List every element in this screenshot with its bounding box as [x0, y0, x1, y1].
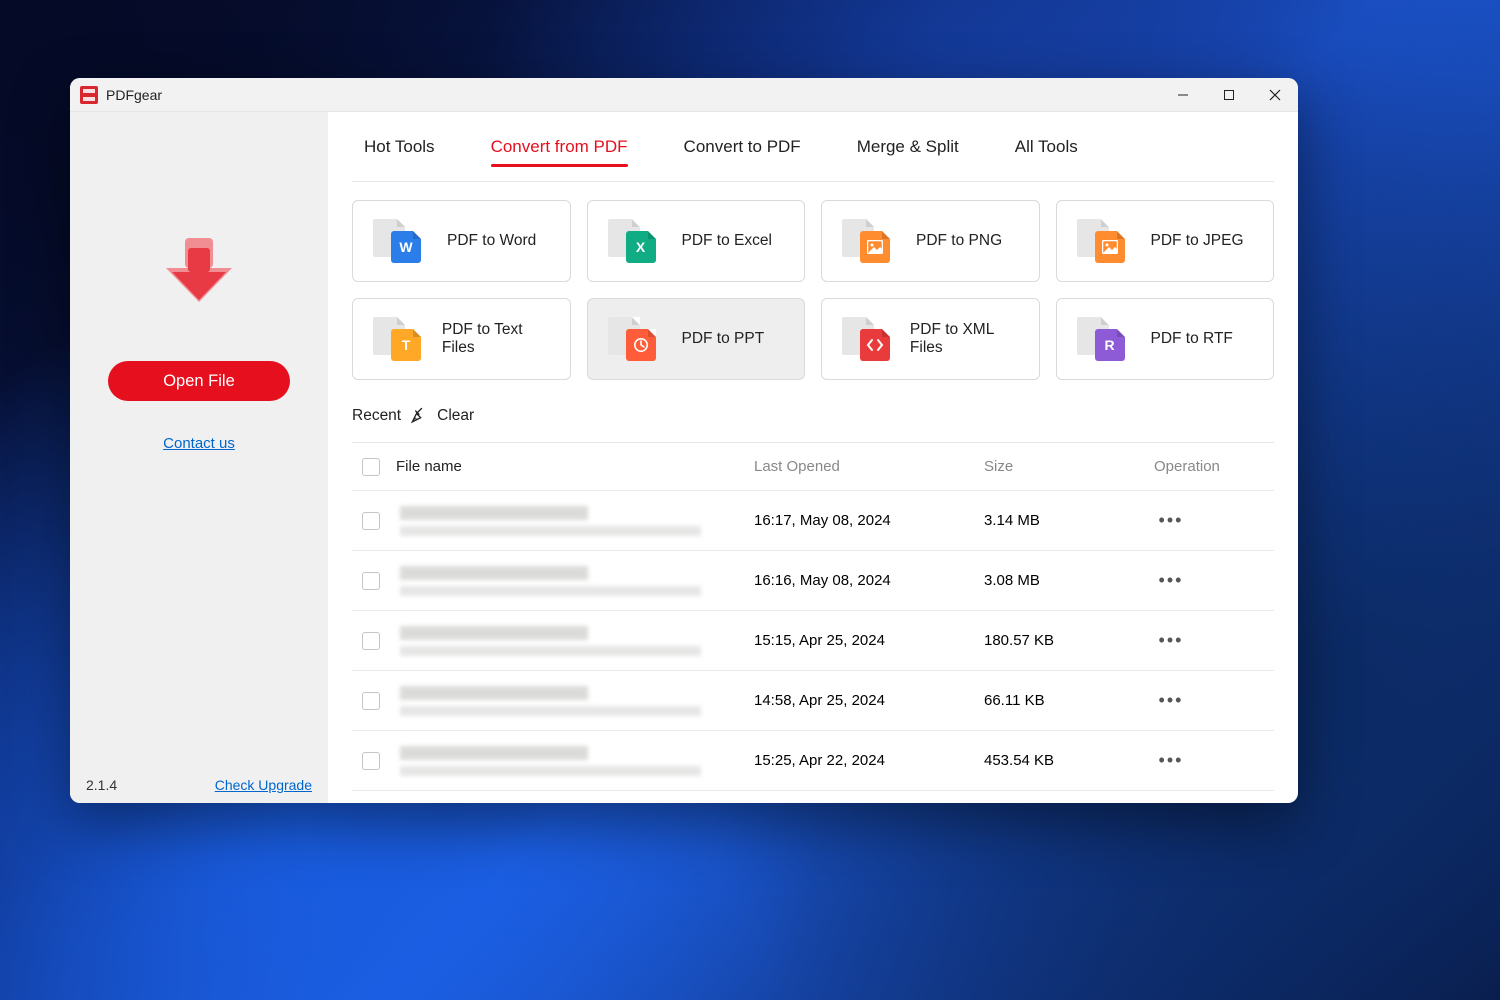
col-size: Size [984, 458, 1154, 475]
col-operation: Operation [1154, 458, 1274, 475]
row-menu-button[interactable]: ••• [1154, 749, 1188, 773]
tool-icon [608, 317, 668, 361]
open-file-icon [152, 112, 246, 323]
table-row[interactable]: 15:25, Apr 22, 2024453.54 KB••• [352, 731, 1274, 791]
row-checkbox[interactable] [362, 752, 380, 770]
tool-icon [842, 219, 902, 263]
cell-size: 66.11 KB [984, 692, 1154, 709]
recent-table: File name Last Opened Size Operation 16:… [352, 442, 1274, 791]
tool-icon [842, 317, 896, 361]
tool-icon: T [373, 317, 428, 361]
window-controls [1160, 78, 1298, 112]
cell-last-opened: 16:16, May 08, 2024 [754, 572, 984, 589]
cell-size: 180.57 KB [984, 632, 1154, 649]
cell-file-name [396, 502, 754, 540]
table-row[interactable]: 16:16, May 08, 20243.08 MB••• [352, 551, 1274, 611]
app-window: PDFgear [70, 78, 1298, 803]
row-checkbox[interactable] [362, 572, 380, 590]
tool-label: PDF to XML Files [910, 321, 1019, 357]
titlebar: PDFgear [70, 78, 1298, 112]
clear-recent-button[interactable]: Clear [437, 407, 474, 425]
tab-merge-split[interactable]: Merge & Split [857, 131, 959, 163]
cell-file-name [396, 682, 754, 720]
maximize-button[interactable] [1206, 78, 1252, 112]
contact-us-link[interactable]: Contact us [163, 435, 235, 452]
cell-size: 3.14 MB [984, 512, 1154, 529]
tool-pdf-to-text-files[interactable]: T PDF to Text Files [352, 298, 571, 380]
tool-icon: W [373, 219, 433, 263]
tool-tabs: Hot Tools Convert from PDF Convert to PDF M… [352, 112, 1274, 182]
sidebar-footer: 2.1.4 Check Upgrade [70, 777, 328, 793]
table-row[interactable]: 15:15, Apr 25, 2024180.57 KB••• [352, 611, 1274, 671]
open-file-button[interactable]: Open File [108, 361, 290, 401]
col-last-opened: Last Opened [754, 458, 984, 475]
recent-label: Recent [352, 407, 401, 425]
tool-label: PDF to PPT [682, 330, 765, 348]
tool-pdf-to-rtf[interactable]: R PDF to RTF [1056, 298, 1275, 380]
recent-bar: Recent Clear [352, 406, 1274, 426]
row-menu-button[interactable]: ••• [1154, 569, 1188, 593]
version-label: 2.1.4 [86, 777, 117, 793]
select-all-checkbox[interactable] [362, 458, 380, 476]
tool-label: PDF to JPEG [1151, 232, 1244, 250]
cell-size: 453.54 KB [984, 752, 1154, 769]
tool-icon [1077, 219, 1137, 263]
cell-file-name [396, 562, 754, 600]
tab-hot-tools[interactable]: Hot Tools [364, 131, 435, 163]
row-checkbox[interactable] [362, 512, 380, 530]
tool-pdf-to-word[interactable]: W PDF to Word [352, 200, 571, 282]
cell-file-name [396, 742, 754, 780]
cell-last-opened: 15:15, Apr 25, 2024 [754, 632, 984, 649]
minimize-button[interactable] [1160, 78, 1206, 112]
row-menu-button[interactable]: ••• [1154, 689, 1188, 713]
tab-convert-to-pdf[interactable]: Convert to PDF [684, 131, 801, 163]
col-file-name: File name [396, 458, 754, 475]
cell-last-opened: 15:25, Apr 22, 2024 [754, 752, 984, 769]
tool-label: PDF to PNG [916, 232, 1002, 250]
tool-pdf-to-jpeg[interactable]: PDF to JPEG [1056, 200, 1275, 282]
row-menu-button[interactable]: ••• [1154, 629, 1188, 653]
tab-all-tools[interactable]: All Tools [1015, 131, 1078, 163]
table-row[interactable]: 16:17, May 08, 20243.14 MB••• [352, 491, 1274, 551]
row-checkbox[interactable] [362, 692, 380, 710]
check-upgrade-link[interactable]: Check Upgrade [215, 777, 312, 793]
tool-pdf-to-xml-files[interactable]: PDF to XML Files [821, 298, 1040, 380]
tool-icon: X [608, 219, 668, 263]
table-head: File name Last Opened Size Operation [352, 443, 1274, 491]
tool-pdf-to-ppt[interactable]: PDF to PPT [587, 298, 806, 380]
broom-icon [409, 406, 429, 426]
cell-last-opened: 14:58, Apr 25, 2024 [754, 692, 984, 709]
tool-label: PDF to Word [447, 232, 536, 250]
tool-grid: W PDF to Word X PDF to Excel PDF to PNG PDF t… [352, 182, 1274, 380]
tool-pdf-to-excel[interactable]: X PDF to Excel [587, 200, 806, 282]
row-checkbox[interactable] [362, 632, 380, 650]
row-menu-button[interactable]: ••• [1154, 509, 1188, 533]
tool-label: PDF to Excel [682, 232, 772, 250]
tool-icon: R [1077, 317, 1137, 361]
cell-last-opened: 16:17, May 08, 2024 [754, 512, 984, 529]
tab-convert-from-pdf[interactable]: Convert from PDF [491, 131, 628, 163]
table-row[interactable]: 14:58, Apr 25, 202466.11 KB••• [352, 671, 1274, 731]
app-logo-icon [80, 86, 98, 104]
tool-label: PDF to RTF [1151, 330, 1233, 348]
sidebar: Open File Contact us 2.1.4 Check Upgrade [70, 112, 328, 803]
cell-file-name [396, 622, 754, 660]
app-title: PDFgear [106, 87, 162, 103]
content-panel: Hot Tools Convert from PDF Convert to PDF M… [328, 112, 1298, 803]
close-button[interactable] [1252, 78, 1298, 112]
cell-size: 3.08 MB [984, 572, 1154, 589]
tool-pdf-to-png[interactable]: PDF to PNG [821, 200, 1040, 282]
tool-label: PDF to Text Files [442, 321, 550, 357]
